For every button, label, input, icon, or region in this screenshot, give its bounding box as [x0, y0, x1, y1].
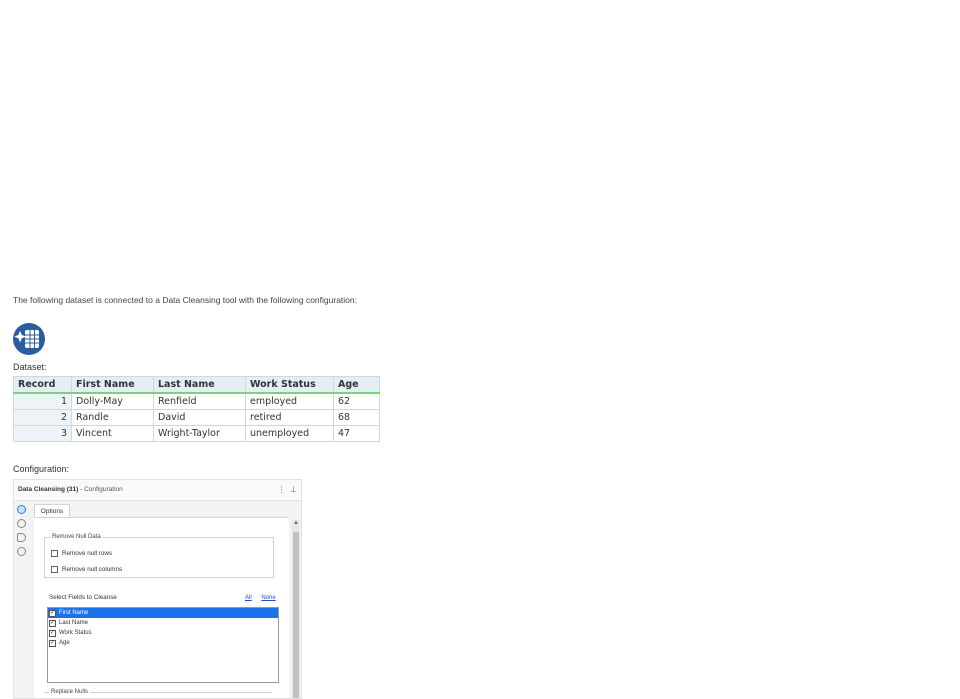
annotation-icon[interactable]	[16, 519, 26, 528]
table-cell: 68	[333, 409, 380, 426]
column-header: Age	[333, 376, 380, 394]
list-item[interactable]: ✓ Age	[48, 638, 278, 648]
configuration-panel: Data Cleansing (31) - Configuration ⋮ ⊥ …	[13, 479, 302, 699]
column-header: Record	[13, 376, 72, 394]
remove-null-legend: Remove Null Data	[52, 534, 101, 540]
remove-null-group: Remove Null Data Remove null rows Remove…	[44, 534, 274, 578]
table-row: 2 Randle David retired 68	[13, 409, 380, 426]
none-link[interactable]: None	[261, 595, 275, 601]
panel-subtitle: - Configuration	[78, 486, 123, 493]
field-name: Age	[59, 640, 70, 646]
table-cell: employed	[245, 392, 334, 410]
configuration-gear-icon[interactable]	[16, 505, 26, 514]
pin-icon[interactable]: ⊥	[290, 485, 297, 494]
list-item[interactable]: ✓ Last Name	[48, 618, 278, 628]
remove-null-rows-checkbox[interactable]	[51, 550, 58, 557]
field-name: First Name	[59, 610, 89, 616]
table-row: 3 Vincent Wright-Taylor unemployed 47	[13, 425, 380, 442]
remove-null-rows-option[interactable]: Remove null rows	[51, 550, 112, 557]
tab-options[interactable]: Options	[34, 504, 70, 518]
checkbox-checked-icon[interactable]: ✓	[49, 629, 56, 637]
table-cell: unemployed	[245, 425, 334, 442]
intro-text: The following dataset is connected to a …	[13, 295, 357, 305]
table-cell: retired	[245, 409, 334, 426]
dataset-table: Record First Name Last Name Work Status …	[13, 376, 380, 442]
help-icon[interactable]	[16, 547, 26, 556]
field-name: Last Name	[59, 620, 89, 626]
table-cell: Vincent	[71, 425, 154, 442]
column-header: First Name	[71, 376, 154, 394]
remove-null-rows-label: Remove null rows	[62, 550, 113, 557]
configuration-label: Configuration:	[13, 464, 70, 474]
tag-icon[interactable]	[16, 533, 26, 542]
table-cell: 1	[13, 392, 72, 410]
all-link[interactable]: All	[245, 595, 252, 601]
table-row: 1 Dolly-May Renfield employed 62	[13, 392, 380, 410]
checkbox-checked-icon[interactable]: ✓	[49, 619, 56, 627]
scrollbar-thumb[interactable]	[293, 532, 299, 698]
select-fields-label: Select Fields to Cleanse	[49, 594, 117, 601]
table-cell: 47	[333, 425, 380, 442]
table-cell: 62	[333, 392, 380, 410]
table-cell: David	[153, 409, 246, 426]
replace-nulls-group: Replace Nulls	[44, 689, 272, 695]
table-header-row: Record First Name Last Name Work Status …	[13, 376, 380, 394]
table-cell: Randle	[71, 409, 154, 426]
table-cell: 2	[13, 409, 72, 426]
fields-listbox[interactable]: ✓ First Name ✓ Last Name ✓ Work Status ✓…	[47, 607, 279, 683]
table-cell: Dolly-May	[71, 392, 154, 410]
field-name: Work Status	[59, 630, 92, 636]
panel-header: Data Cleansing (31) - Configuration ⋮ ⊥	[14, 480, 301, 501]
more-options-icon[interactable]: ⋮	[278, 485, 286, 494]
panel-title: Data Cleansing (31)	[18, 486, 79, 493]
dataset-label: Dataset:	[13, 362, 47, 372]
options-content: Remove Null Data Remove null rows Remove…	[34, 517, 289, 698]
list-item[interactable]: ✓ Work Status	[48, 628, 278, 638]
data-cleansing-tool-icon	[13, 323, 45, 355]
table-cell: 3	[13, 425, 72, 442]
column-header: Last Name	[153, 376, 246, 394]
remove-null-columns-checkbox[interactable]	[51, 566, 58, 573]
checkbox-checked-icon[interactable]: ✓	[49, 639, 56, 647]
table-cell: Renfield	[153, 392, 246, 410]
checkbox-checked-icon[interactable]: ✓	[49, 609, 56, 617]
side-toolbar	[14, 502, 28, 561]
vertical-scrollbar[interactable]: ▲	[292, 520, 300, 698]
remove-null-columns-label: Remove null columns	[62, 566, 123, 573]
remove-null-columns-option[interactable]: Remove null columns	[51, 566, 122, 573]
table-cell: Wright-Taylor	[153, 425, 246, 442]
scroll-up-arrow-icon[interactable]: ▲	[292, 520, 300, 526]
replace-nulls-legend: Replace Nulls	[49, 689, 91, 695]
column-header: Work Status	[245, 376, 334, 394]
list-item[interactable]: ✓ First Name	[48, 608, 278, 618]
